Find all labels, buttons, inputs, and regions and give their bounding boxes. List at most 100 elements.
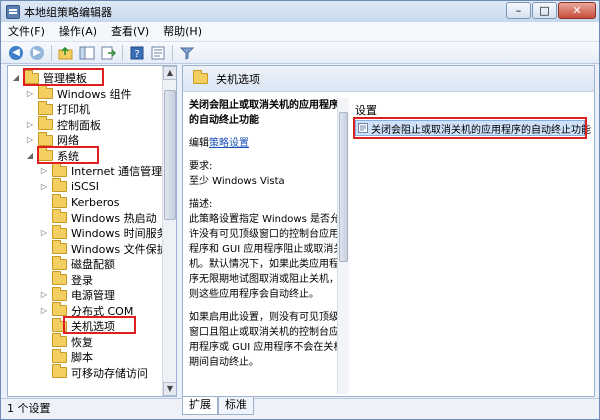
tree-item-label: 电源管理: [71, 289, 115, 302]
extended-description: 关闭会阻止或取消关机的应用程序的自动终止功能 编辑策略设置 要求: 至少 Win…: [189, 98, 345, 378]
folder-icon: [52, 348, 67, 363]
tree-scrollbar[interactable]: ▲ ▼: [162, 66, 176, 396]
expander-icon[interactable]: [40, 369, 48, 377]
tree-item[interactable]: ▷ 电源管理: [40, 286, 115, 303]
tree-item[interactable]: ▷ Windows 时间服务: [40, 224, 168, 241]
tree-item[interactable]: Windows 热启动: [40, 209, 157, 226]
view-tabs: 扩展 标准: [182, 397, 254, 415]
menu-view[interactable]: 查看(V): [104, 23, 156, 41]
folder-icon: [52, 240, 67, 254]
tree-item-label: Windows 时间服务: [71, 227, 168, 240]
expander-icon[interactable]: [40, 322, 48, 330]
tree-scroll-down-button[interactable]: ▼: [163, 382, 176, 396]
tree-item[interactable]: ▷ Internet 通信管理: [40, 162, 163, 179]
expander-icon[interactable]: ▷: [26, 120, 34, 129]
folder-icon: [38, 85, 53, 99]
tree-item[interactable]: 磁盘配额: [40, 255, 115, 272]
window-title: 本地组策略编辑器: [24, 5, 112, 19]
status-text: 1 个设置: [7, 402, 51, 415]
minimize-button[interactable]: –: [506, 2, 531, 19]
expander-icon[interactable]: [26, 105, 34, 113]
toolbar: ◀ ▶ ?: [1, 42, 599, 64]
tree-item-label: Windows 热启动: [71, 211, 157, 225]
highlight-system: [37, 146, 99, 164]
expander-icon[interactable]: ▷: [26, 136, 34, 144]
menu-file[interactable]: 文件(F): [1, 23, 52, 41]
folder-icon: [52, 178, 67, 192]
tree-scroll-up-button[interactable]: ▲: [163, 66, 176, 80]
tree-item-label: 可移动存储访问: [71, 366, 148, 380]
expander-icon[interactable]: ▷: [40, 291, 48, 299]
console-tree-icon: [79, 46, 95, 59]
tree-item[interactable]: 可移动存储访问: [40, 364, 148, 381]
show-hide-tree-button[interactable]: [78, 44, 96, 62]
status-bar: 1 个设置: [1, 398, 599, 419]
settings-column-header[interactable]: 设置: [355, 102, 377, 118]
tree-item-label: Windows 文件保护: [71, 242, 168, 256]
filter-button[interactable]: [178, 44, 196, 62]
details-header: 关机选项: [183, 66, 594, 92]
expander-icon[interactable]: ▷: [40, 167, 48, 175]
requirements-value: 至少 Windows Vista: [189, 176, 285, 187]
tree-item[interactable]: ▷ 控制面板: [26, 116, 101, 133]
tree-item[interactable]: 登录: [40, 271, 93, 288]
export-list-button[interactable]: [99, 44, 117, 62]
expander-icon[interactable]: ▷: [40, 229, 48, 237]
maximize-button[interactable]: □: [532, 2, 557, 19]
expander-icon[interactable]: ▷: [40, 306, 48, 315]
toolbar-separator: [51, 44, 52, 61]
tree-item-label: 磁盘配额: [71, 258, 115, 271]
expander-icon[interactable]: [40, 338, 48, 346]
tree-item[interactable]: Kerberos: [40, 193, 120, 210]
forward-button[interactable]: ▶: [28, 44, 46, 62]
folder-icon: [52, 209, 67, 223]
tree-item-label: 打印机: [57, 103, 90, 116]
folder-icon: [52, 286, 67, 301]
tree-item[interactable]: 脚本: [40, 348, 93, 365]
description-text-1: 此策略设置指定 Windows 是否允许没有可见顶级窗口的控制台应用程序和 GU…: [189, 214, 344, 300]
window: 本地组策略编辑器 – □ ✕ 文件(F) 操作(A) 查看(V) 帮助(H) ◀…: [0, 0, 600, 420]
properties-button[interactable]: [149, 44, 167, 62]
expander-icon[interactable]: [40, 214, 48, 222]
expander-icon[interactable]: [40, 245, 48, 253]
expander-icon[interactable]: ◢: [12, 74, 20, 82]
folder-icon: [52, 193, 67, 208]
help-button[interactable]: ?: [128, 44, 146, 62]
tree-item[interactable]: 恢复: [40, 333, 93, 350]
expander-icon[interactable]: ◢: [26, 151, 34, 160]
menu-action[interactable]: 操作(A): [52, 23, 104, 41]
tree-item[interactable]: ▷ iSCSI: [40, 178, 99, 195]
tree-item[interactable]: Windows 文件保护: [40, 240, 168, 257]
expander-icon[interactable]: [40, 353, 48, 361]
tab-standard[interactable]: 标准: [218, 397, 254, 415]
close-button[interactable]: ✕: [558, 2, 596, 19]
expander-icon[interactable]: ▷: [26, 89, 34, 98]
expander-icon[interactable]: [40, 260, 48, 268]
menu-help[interactable]: 帮助(H): [156, 23, 209, 41]
up-folder-icon: [58, 46, 73, 59]
back-arrow-icon: ◀: [9, 45, 23, 60]
tree-scroll-thumb[interactable]: [164, 90, 176, 220]
policy-title: 关闭会阻止或取消关机的应用程序的自动终止功能: [189, 100, 339, 126]
folder-icon: [193, 70, 208, 84]
edit-policy-link[interactable]: 策略设置: [209, 138, 249, 149]
back-button[interactable]: ◀: [7, 44, 25, 62]
tab-extended[interactable]: 扩展: [182, 397, 218, 415]
tree-item-label: Internet 通信管理: [71, 165, 163, 178]
folder-icon: [38, 116, 53, 130]
details-pane: 关机选项 关闭会阻止或取消关机的应用程序的自动终止功能 编辑策略设置 要求: 至…: [182, 65, 595, 397]
description-scrollbar[interactable]: [337, 98, 349, 394]
tree-item-label: 脚本: [71, 351, 93, 364]
expander-icon[interactable]: ▷: [40, 182, 48, 191]
description-scroll-thumb[interactable]: [339, 112, 348, 262]
up-folder-button[interactable]: [57, 44, 75, 62]
tree-item[interactable]: 打印机: [26, 100, 90, 117]
tree-item-label: Kerberos: [71, 195, 120, 209]
folder-icon: [38, 100, 53, 115]
tree-item[interactable]: ▷ Windows 组件: [26, 85, 132, 102]
folder-icon: [52, 364, 67, 378]
expander-icon[interactable]: [40, 276, 48, 284]
expander-icon[interactable]: [40, 198, 48, 206]
toolbar-separator: [172, 44, 173, 61]
description-text-2: 如果启用此设置，则没有可见顶级窗口且阻止或取消关机的控制台应用程序或 GUI 应…: [189, 312, 344, 368]
